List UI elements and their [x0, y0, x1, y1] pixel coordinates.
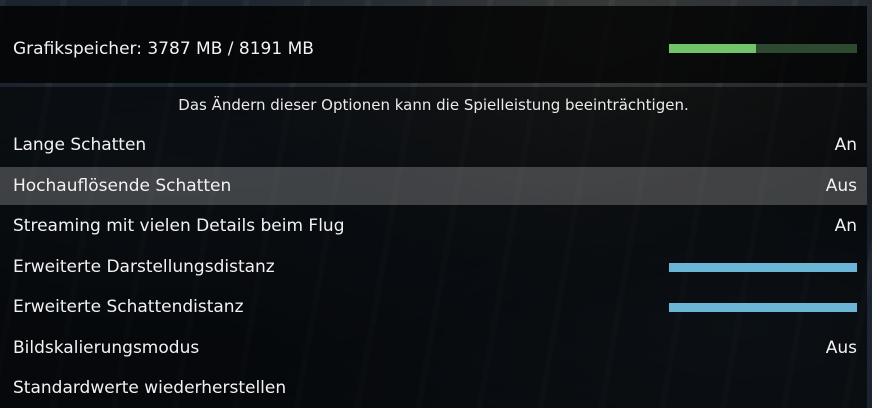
option-label: Erweiterte Darstellungsdistanz: [13, 257, 275, 277]
option-value[interactable]: Aus: [826, 337, 857, 359]
option-label: Hochauflösende Schatten: [13, 176, 232, 196]
option-value[interactable]: An: [835, 134, 857, 156]
performance-notice: Das Ändern dieser Optionen kann die Spie…: [178, 96, 689, 114]
option-row-extended-shadow-distance[interactable]: Erweiterte Schattendistanz: [0, 288, 867, 326]
option-row-frame-scaling-mode[interactable]: Bildskalierungsmodus Aus: [0, 329, 867, 367]
graphics-memory-fill: [669, 44, 756, 53]
option-label: Erweiterte Schattendistanz: [13, 297, 244, 317]
settings-list: Das Ändern dieser Optionen kann die Spie…: [0, 87, 867, 408]
slider-fill: [669, 303, 857, 312]
option-row-high-res-shadows[interactable]: Hochauflösende Schatten Aus: [0, 167, 867, 205]
distance-scaling-slider[interactable]: [669, 263, 857, 272]
memory-header: Grafikspeicher: 3787 MB / 8191 MB: [0, 6, 867, 83]
graphics-memory-bar: [669, 44, 857, 53]
option-row-flight-streaming[interactable]: Streaming mit vielen Details beim Flug A…: [0, 207, 867, 245]
graphics-settings-panel: Grafikspeicher: 3787 MB / 8191 MB Das Än…: [0, 0, 872, 408]
graphics-memory-label: Grafikspeicher: 3787 MB / 8191 MB: [13, 39, 314, 59]
option-value[interactable]: Aus: [826, 175, 857, 197]
restore-defaults-button[interactable]: Standardwerte wiederherstellen: [0, 369, 867, 407]
shadow-distance-slider[interactable]: [669, 303, 857, 312]
slider-fill: [669, 263, 857, 272]
option-value[interactable]: An: [835, 215, 857, 237]
option-label: Lange Schatten: [13, 135, 147, 155]
option-row-extended-distance-scaling[interactable]: Erweiterte Darstellungsdistanz: [0, 248, 867, 286]
option-label: Bildskalierungsmodus: [13, 338, 200, 358]
option-row-long-shadows[interactable]: Lange Schatten An: [0, 126, 867, 164]
restore-defaults-label: Standardwerte wiederherstellen: [13, 378, 287, 398]
option-label: Streaming mit vielen Details beim Flug: [13, 216, 345, 236]
